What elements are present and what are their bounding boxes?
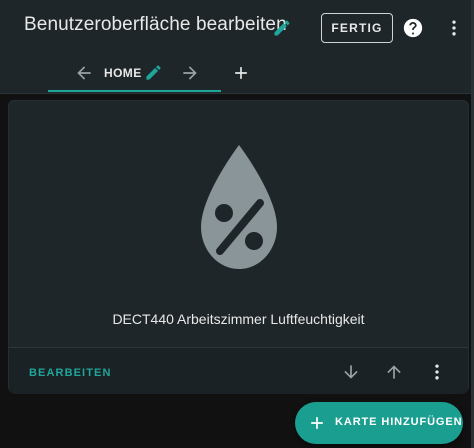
active-tab-indicator (48, 90, 221, 92)
pencil-icon[interactable] (144, 63, 163, 82)
arrow-right-icon[interactable] (180, 63, 200, 83)
more-vertical-icon[interactable] (427, 362, 447, 382)
app-header: Benutzeroberfläche bearbeiten FERTIG HOM… (0, 0, 474, 94)
help-icon[interactable] (402, 17, 424, 39)
tab-home[interactable]: HOME (104, 66, 142, 80)
plus-icon (311, 417, 323, 429)
pencil-icon[interactable] (272, 18, 292, 38)
add-card-button[interactable]: KARTE HINZUFÜGEN (295, 402, 463, 444)
edit-card-button[interactable]: BEARBEITEN (29, 367, 112, 379)
page-title: Benutzeroberfläche bearbeiten (24, 14, 287, 35)
card-content[interactable]: DECT440 Arbeitszimmer Luftfeuchtigkeit (9, 101, 468, 348)
arrow-left-icon[interactable] (74, 63, 94, 83)
sensor-card: DECT440 Arbeitszimmer Luftfeuchtigkeit B… (8, 100, 469, 394)
add-card-label: KARTE HINZUFÜGEN (335, 416, 463, 428)
lovelace-edit-view: Benutzeroberfläche bearbeiten FERTIG HOM… (0, 0, 474, 448)
plus-icon[interactable] (231, 63, 251, 83)
arrow-up-icon[interactable] (384, 362, 404, 382)
water-percent-icon (201, 145, 277, 269)
more-vertical-icon[interactable] (444, 17, 464, 39)
card-edit-actions: BEARBEITEN (9, 348, 468, 394)
sensor-name: DECT440 Arbeitszimmer Luftfeuchtigkeit (112, 311, 365, 327)
arrow-down-icon[interactable] (341, 362, 361, 382)
done-button[interactable]: FERTIG (321, 13, 393, 43)
